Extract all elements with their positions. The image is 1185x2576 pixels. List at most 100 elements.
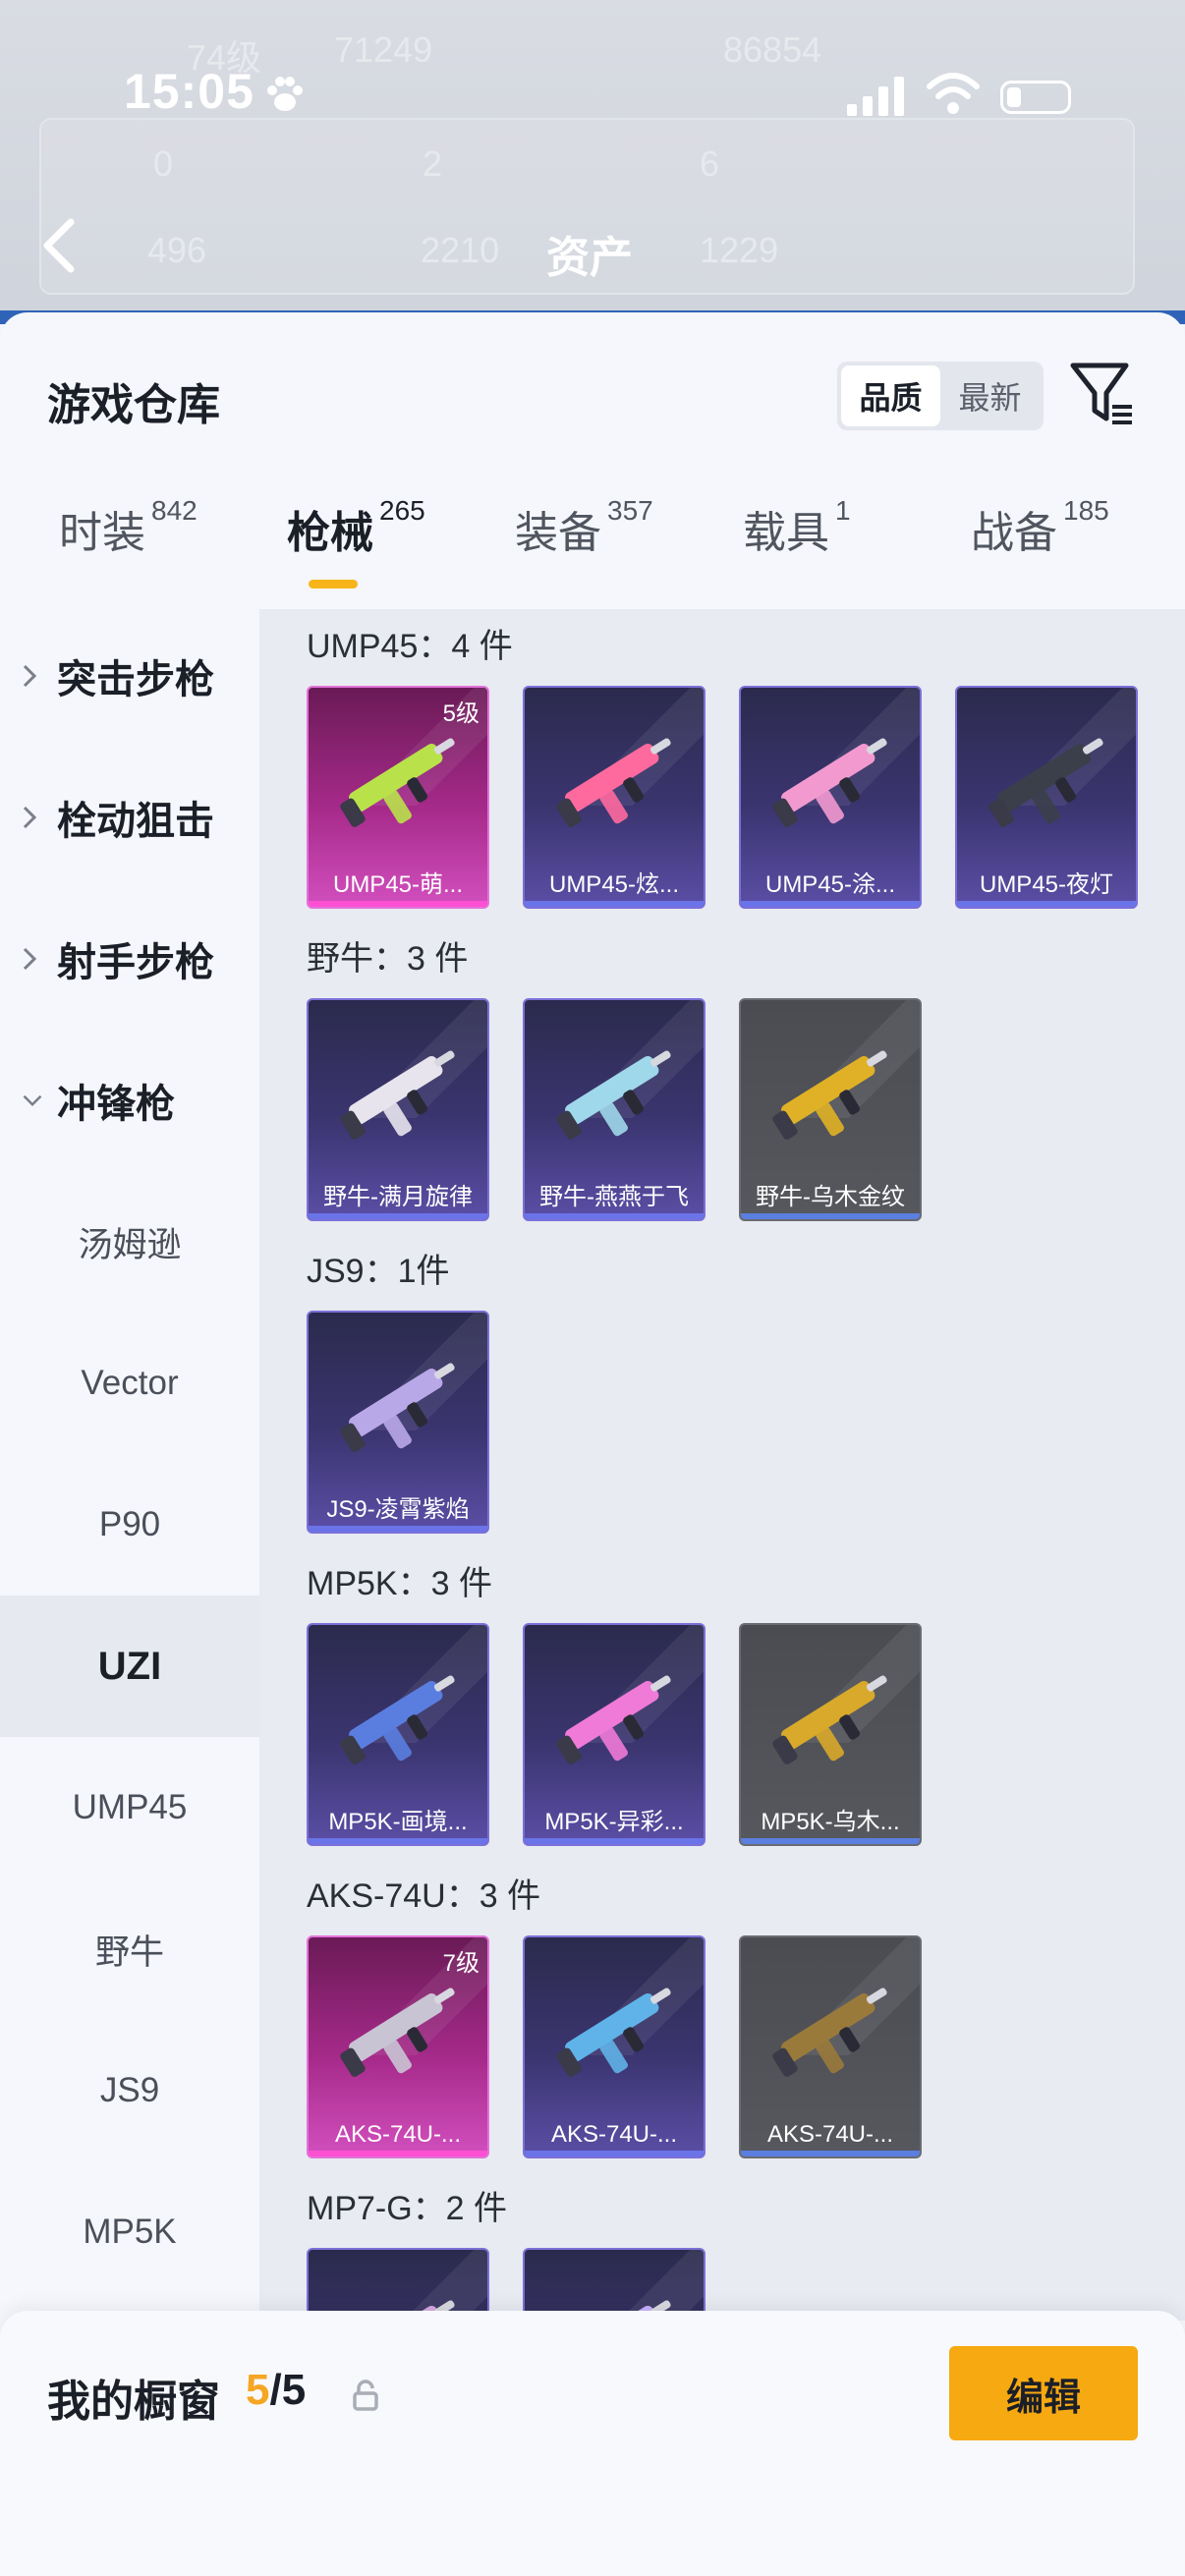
item-name: 野牛-满月旋律: [323, 1184, 473, 1210]
item-card[interactable]: 5级 UMP45-萌...: [307, 686, 489, 909]
tab-label: 枪械: [287, 509, 373, 557]
item-grid: UMP45：4 件 5级 UMP45-萌... UMP45-炫... UMP45-涂..…: [259, 609, 1185, 2321]
rarity-bar: [309, 2151, 487, 2156]
item-name: AKS-74U-...: [334, 2121, 462, 2148]
rarity-bar: [525, 901, 704, 907]
item-card[interactable]: UMP45-炫...: [523, 686, 705, 909]
backdrop-stat: 71249: [334, 29, 433, 70]
item-name: UMP45-夜灯: [979, 871, 1114, 898]
rail-category-label: 栓动狙击: [57, 800, 214, 843]
tab-label: 战备: [971, 509, 1057, 557]
item-name: JS9-凌霄紫焰: [326, 1496, 470, 1523]
rarity-bar: [309, 901, 487, 907]
item-card[interactable]: JS9-凌霄紫焰: [307, 1311, 489, 1534]
item-name: MP5K-异彩...: [544, 1809, 684, 1835]
rail-category-label: 冲锋枪: [57, 1083, 175, 1126]
rail-category-label: 射手步枪: [57, 941, 214, 984]
tab-fashion[interactable]: 时装 842: [59, 495, 198, 560]
edit-button[interactable]: 编辑: [949, 2346, 1138, 2440]
item-card[interactable]: MP5K-画境...: [307, 1623, 489, 1846]
rail-category-bolt-snipers[interactable]: 栓动狙击: [0, 747, 259, 888]
rarity-bar: [957, 901, 1136, 907]
item-card[interactable]: 野牛-满月旋律: [307, 998, 489, 1221]
weapon-skin-image: [556, 738, 671, 827]
backdrop-stat: 86854: [723, 29, 822, 70]
item-card[interactable]: 野牛-燕燕于飞: [523, 998, 705, 1221]
rarity-bar: [309, 1213, 487, 1219]
item-card[interactable]: UMP45-夜灯: [955, 686, 1138, 909]
rail-subitem-ump45[interactable]: UMP45: [0, 1737, 259, 1878]
weapon-skin-image: [340, 738, 455, 827]
item-card[interactable]: MP5K-乌木...: [739, 1623, 922, 1846]
item-card[interactable]: AKS-74U-...: [739, 1935, 922, 2158]
filter-icon[interactable]: [1069, 360, 1136, 435]
backdrop-stat: 1229: [700, 230, 779, 270]
showcase-label: 我的橱窗: [47, 2378, 220, 2426]
rail-category-assault-rifles[interactable]: 突击步枪: [0, 605, 259, 747]
item-card[interactable]: [307, 2248, 489, 2321]
backdrop-stat: 496: [147, 230, 207, 270]
sort-option-quality[interactable]: 品质: [841, 365, 940, 426]
item-card[interactable]: [523, 2248, 705, 2321]
item-name: AKS-74U-...: [766, 2121, 894, 2148]
item-level-badge: 5级: [442, 700, 480, 727]
weapon-skin-image: [556, 1988, 671, 2077]
chevron-right-icon: [22, 805, 43, 830]
rail-subitem-mp5k[interactable]: MP5K: [0, 2161, 259, 2303]
rail-subitem-thompson[interactable]: 汤姆逊: [0, 1171, 259, 1313]
tab-gear[interactable]: 战备 185: [971, 495, 1109, 560]
showcase-total: 5: [281, 2366, 307, 2414]
rail-category-label: 突击步枪: [57, 658, 214, 701]
page-title: 游戏仓库: [47, 381, 220, 429]
status-time: 15:05: [124, 64, 254, 119]
back-chevron-icon[interactable]: [39, 216, 79, 280]
rarity-bar: [741, 1838, 920, 1844]
item-card[interactable]: 7级 AKS-74U-...: [307, 1935, 489, 2158]
rail-subitem-label: MP5K: [83, 2212, 177, 2251]
rail-subitem-vector[interactable]: Vector: [0, 1313, 259, 1454]
chevron-right-icon: [22, 946, 43, 972]
item-card[interactable]: UMP45-涂...: [739, 686, 922, 909]
tab-equipment[interactable]: 装备 357: [515, 495, 653, 560]
tab-count: 842: [151, 495, 198, 526]
weapon-skin-image: [340, 1363, 455, 1452]
weapon-skin-image: [772, 1988, 887, 2077]
item-level-badge: 7级: [442, 1950, 480, 1977]
rail-subitem-label: 野牛: [94, 1932, 164, 1972]
rail-subitem-uzi[interactable]: UZI: [0, 1596, 259, 1737]
warehouse-sheet: 游戏仓库 品质 最新 时装 842 枪械 265 装备 357 载具 1 战备 …: [0, 312, 1185, 2576]
wifi-icon: [926, 71, 981, 121]
rail-subitem-p90[interactable]: P90: [0, 1454, 259, 1596]
rail-subitem-label: P90: [98, 1505, 161, 1543]
item-card[interactable]: AKS-74U-...: [523, 1935, 705, 2158]
rarity-bar: [741, 1213, 920, 1219]
item-name: MP5K-画境...: [328, 1809, 468, 1835]
rail-subitem-label: 汤姆逊: [78, 1225, 182, 1264]
paw-icon: [263, 73, 307, 116]
rail-subitem-label: JS9: [99, 2071, 160, 2109]
category-tabs: 时装 842 枪械 265 装备 357 载具 1 战备 185: [0, 495, 1185, 595]
item-card[interactable]: MP5K-异彩...: [523, 1623, 705, 1846]
rail-category-marksman-rifles[interactable]: 射手步枪: [0, 888, 259, 1030]
weapon-skin-image: [772, 738, 887, 827]
rail-subitem-js9[interactable]: JS9: [0, 2020, 259, 2161]
tab-firearms[interactable]: 枪械 265: [287, 495, 425, 560]
weapon-skin-image: [772, 1675, 887, 1764]
group-header: MP7-G：2 件: [307, 2190, 508, 2227]
rarity-bar: [309, 1838, 487, 1844]
backdrop-title: 资产: [546, 234, 633, 282]
item-name: UMP45-萌...: [332, 871, 464, 898]
group-header: MP5K：3 件: [307, 1565, 492, 1602]
tab-vehicles[interactable]: 载具 1: [743, 495, 851, 560]
showcase-bar: 我的橱窗 5/5 编辑: [0, 2311, 1185, 2576]
item-card[interactable]: 野牛-乌木金纹: [739, 998, 922, 1221]
rarity-bar: [309, 1526, 487, 1532]
rail-category-smgs[interactable]: 冲锋枪: [0, 1030, 259, 1171]
rarity-bar: [525, 1213, 704, 1219]
cellular-signal-icon: [847, 77, 906, 121]
weapon-skin-image: [988, 738, 1103, 827]
weapon-skin-image: [340, 1050, 455, 1140]
rarity-bar: [741, 2151, 920, 2156]
rail-subitem-bizon[interactable]: 野牛: [0, 1878, 259, 2020]
sort-option-newest[interactable]: 最新: [940, 365, 1040, 426]
